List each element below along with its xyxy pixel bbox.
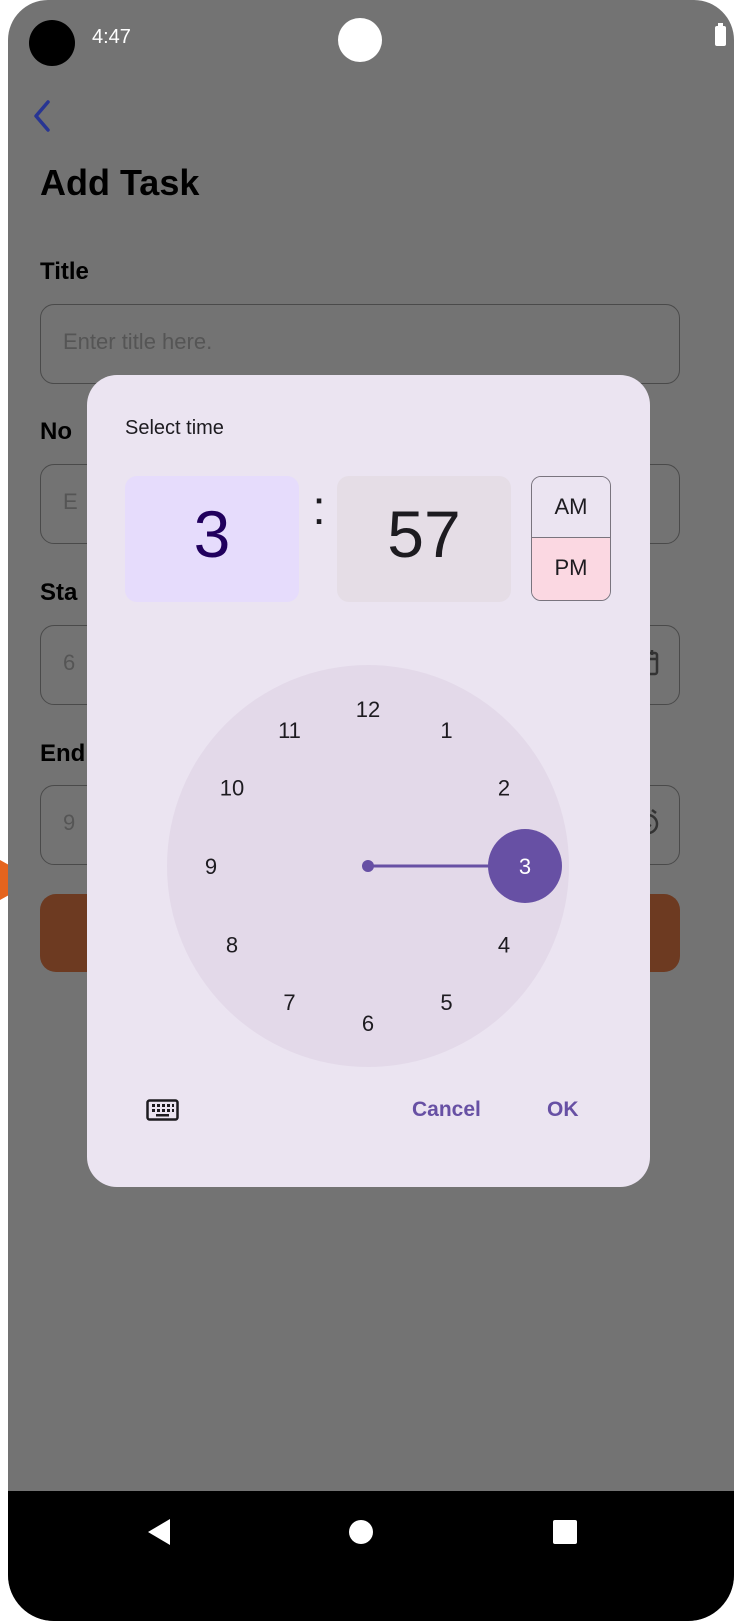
title-input[interactable]: Enter title here. (40, 304, 680, 384)
dial-number-4[interactable]: 4 (498, 933, 510, 958)
note-label: No (40, 418, 72, 445)
ok-button[interactable]: OK (547, 1098, 579, 1122)
camera-cutout (338, 18, 382, 62)
title-input-placeholder: Enter title here. (63, 329, 213, 354)
time-separator: : (312, 482, 326, 535)
cancel-button[interactable]: Cancel (412, 1098, 481, 1122)
phone-screen: 4:47 Add Task Title Enter title here. No… (8, 0, 734, 1621)
am-toggle[interactable]: AM (532, 477, 610, 538)
end-time-label: End (40, 740, 86, 767)
dial-number-1[interactable]: 1 (440, 718, 452, 743)
hour-selector[interactable]: 3 (125, 476, 299, 602)
dial-number-5[interactable]: 5 (440, 990, 452, 1015)
page-title: Add Task (40, 162, 200, 203)
am-label: AM (554, 494, 588, 519)
dial-number-3[interactable]: 3 (519, 854, 531, 879)
start-time-value: 6 (63, 650, 76, 675)
keyboard-icon[interactable] (146, 1099, 179, 1121)
clock-hand-center (362, 860, 374, 872)
nav-recents-icon[interactable] (553, 1520, 577, 1544)
period-selector: AM PM (531, 476, 611, 601)
dial-number-11[interactable]: 11 (278, 718, 301, 743)
back-arrow-icon[interactable] (28, 96, 58, 136)
clock-dial[interactable]: 121234567891011 (167, 665, 569, 1067)
note-input-value: E (63, 489, 78, 514)
title-label: Title (40, 258, 89, 285)
dial-number-7[interactable]: 7 (283, 990, 295, 1015)
dial-number-10[interactable]: 10 (220, 776, 244, 801)
dial-number-6[interactable]: 6 (362, 1011, 374, 1036)
nav-home-icon[interactable] (349, 1520, 373, 1544)
pm-toggle[interactable]: PM (532, 538, 610, 600)
dial-number-8[interactable]: 8 (226, 933, 238, 958)
status-time: 4:47 (92, 26, 131, 48)
start-time-label: Sta (40, 579, 78, 606)
nav-back-icon[interactable] (148, 1519, 170, 1545)
hour-value: 3 (193, 497, 231, 571)
minute-selector[interactable]: 57 (337, 476, 511, 602)
minute-value: 57 (387, 497, 461, 571)
dial-number-9[interactable]: 9 (205, 854, 217, 879)
dial-number-2[interactable]: 2 (498, 776, 510, 801)
time-picker-dialog: Select time 3 : 57 AM PM 12 1 2 3 4 5 6 7 8 9 10 11 (87, 375, 650, 1187)
end-time-value: 9 (63, 810, 76, 835)
dialog-title: Select time (125, 417, 224, 439)
pm-label: PM (554, 555, 588, 580)
battery-icon (715, 23, 726, 46)
navigation-bar (8, 1491, 734, 1621)
dial-number-12[interactable]: 12 (356, 697, 380, 722)
front-camera (29, 20, 75, 66)
